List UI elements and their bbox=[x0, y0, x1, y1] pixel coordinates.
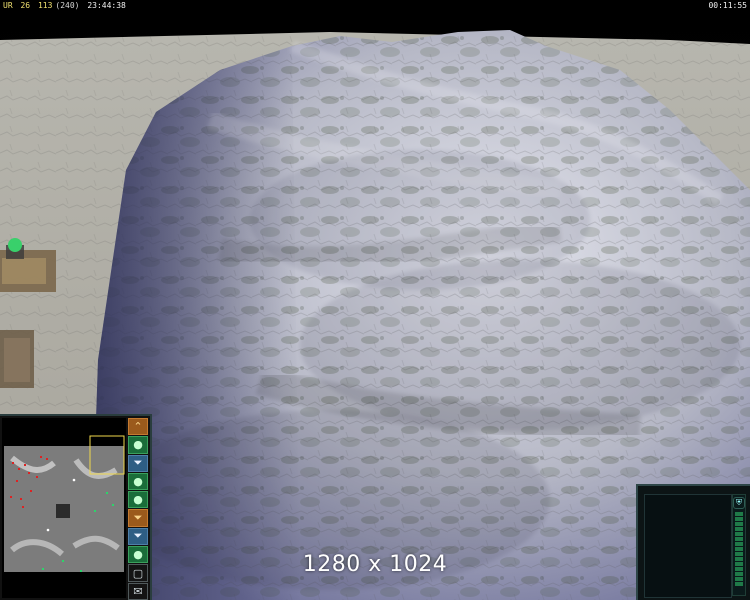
status-cell bbox=[735, 567, 743, 571]
status-cell bbox=[735, 522, 743, 526]
circle-icon: ● bbox=[133, 438, 143, 452]
windows-icon: ▢ bbox=[132, 566, 144, 580]
status-cell bbox=[735, 557, 743, 561]
filter-icon: ⏷ bbox=[133, 529, 143, 543]
status-cell bbox=[735, 577, 743, 581]
status-cell bbox=[735, 527, 743, 531]
minimap-panel: ⌃ ● ⏷ ● ● ⏷ ⏷ ● ▢ ✉ bbox=[0, 414, 152, 600]
status-cell bbox=[735, 572, 743, 576]
blue-filter-button-1[interactable]: ⏷ bbox=[128, 454, 148, 472]
status-cell bbox=[735, 552, 743, 556]
filter-icon: ⏷ bbox=[133, 456, 143, 470]
status-cell bbox=[735, 537, 743, 541]
status-cell bbox=[735, 517, 743, 521]
orange-filter-button[interactable]: ⏷ bbox=[128, 509, 148, 527]
status-cell bbox=[735, 547, 743, 551]
status-cell bbox=[735, 542, 743, 546]
orange-rank-button[interactable]: ⌃ bbox=[128, 418, 148, 436]
status-meter: ⛨ bbox=[732, 494, 746, 596]
filter-icon: ⏷ bbox=[133, 511, 143, 525]
green-unit-button-4[interactable]: ● bbox=[128, 546, 148, 564]
circle-icon: ● bbox=[133, 548, 143, 562]
chat-button[interactable]: ✉ bbox=[128, 582, 148, 600]
status-cell bbox=[735, 562, 743, 566]
status-cell bbox=[735, 512, 743, 516]
green-unit-button-3[interactable]: ● bbox=[128, 491, 148, 509]
status-cell bbox=[735, 532, 743, 536]
shield-icon: ⛨ bbox=[733, 497, 745, 509]
minimap-side-buttons: ⌃ ● ⏷ ● ● ⏷ ⏷ ● ▢ ✉ bbox=[128, 418, 150, 600]
green-unit-button-2[interactable]: ● bbox=[128, 472, 148, 491]
command-panel-content[interactable] bbox=[644, 494, 732, 598]
blue-filter-button-2[interactable]: ⏷ bbox=[128, 527, 148, 546]
chevron-up-icon: ⌃ bbox=[133, 420, 143, 434]
circle-icon: ● bbox=[133, 475, 143, 489]
chat-icon: ✉ bbox=[133, 584, 143, 598]
status-cell bbox=[735, 582, 743, 586]
window-toggle-button[interactable]: ▢ bbox=[128, 564, 148, 582]
circle-icon: ● bbox=[133, 493, 143, 507]
green-unit-button-1[interactable]: ● bbox=[128, 436, 148, 454]
command-panel: ⛨ bbox=[636, 484, 750, 600]
minimap[interactable] bbox=[2, 418, 126, 598]
